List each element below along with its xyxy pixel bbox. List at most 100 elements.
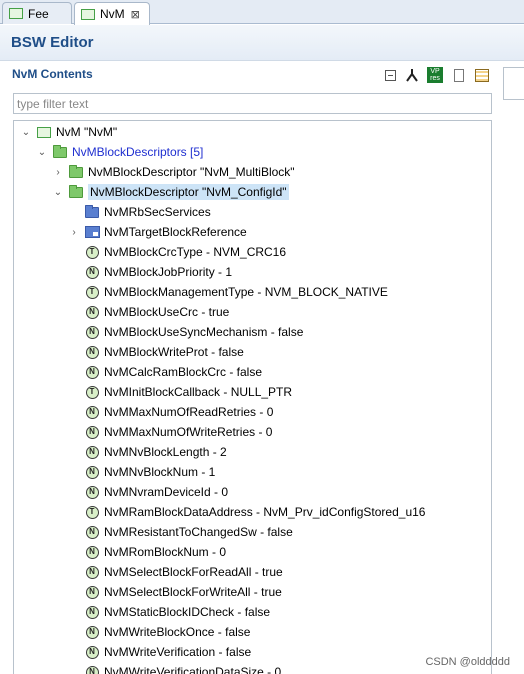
tree-item-label: NvMMaxNumOfWriteRetries - 0 bbox=[104, 425, 273, 439]
tree-item-root[interactable]: ⌄ NvM "NvM" bbox=[20, 122, 117, 142]
tree-item-label: NvMBlockUseCrc - true bbox=[104, 305, 230, 319]
tree-item-param[interactable]: N NvMNvramDeviceId - 0 bbox=[68, 482, 228, 502]
tab-nvm-label: NvM bbox=[100, 7, 125, 21]
tree-item-param[interactable]: N NvMMaxNumOfReadRetries - 0 bbox=[68, 402, 273, 422]
numeric-param-icon: N bbox=[84, 305, 100, 319]
numeric-param-icon: N bbox=[84, 565, 100, 579]
tree-item-param[interactable]: N NvMBlockUseSyncMechanism - false bbox=[68, 322, 303, 342]
tree-item-label: NvMBlockJobPriority - 1 bbox=[104, 265, 233, 279]
tree-item-label: NvMTargetBlockReference bbox=[104, 225, 247, 239]
tree-item-label: NvMSelectBlockForReadAll - true bbox=[104, 565, 283, 579]
numeric-param-icon: N bbox=[84, 345, 100, 359]
tree-item-param[interactable]: N NvMMaxNumOfWriteRetries - 0 bbox=[68, 422, 272, 442]
vp-res-icon[interactable]: VP res bbox=[427, 67, 443, 83]
tab-fee[interactable]: Fee bbox=[2, 2, 72, 24]
vp-res-text: VP res bbox=[430, 68, 440, 82]
tree-item-configid[interactable]: ⌄ NvMBlockDescriptor "NvM_ConfigId" bbox=[52, 182, 289, 202]
numeric-param-icon: N bbox=[84, 585, 100, 599]
tree-item-label: NvMBlockWriteProt - false bbox=[104, 345, 244, 359]
tree-item-label: NvMResistantToChangedSw - false bbox=[104, 525, 293, 539]
tree-item-label: NvMWriteVerification - false bbox=[104, 645, 252, 659]
tree-item-label: NvMBlockCrcType - NVM_CRC16 bbox=[104, 245, 287, 259]
tree-item-label: NvMSelectBlockForWriteAll - true bbox=[104, 585, 282, 599]
tree-item-param[interactable]: NvMRbSecServices bbox=[68, 202, 211, 222]
page-title: BSW Editor bbox=[11, 34, 94, 51]
reference-icon bbox=[84, 225, 100, 239]
tree-item-label: NvMNvBlockNum - 1 bbox=[104, 465, 216, 479]
chevron-down-icon[interactable]: ⌄ bbox=[52, 186, 64, 198]
tree-item-param[interactable]: N NvMSelectBlockForReadAll - true bbox=[68, 562, 283, 582]
tree-item-param[interactable]: T NvMRamBlockDataAddress - NvM_Prv_idConf… bbox=[68, 502, 425, 522]
close-icon[interactable]: ⊠ bbox=[131, 8, 140, 21]
text-param-icon: T bbox=[84, 505, 100, 519]
tab-nvm[interactable]: NvM ⊠ bbox=[74, 2, 150, 25]
tree-item-label: NvM "NvM" bbox=[56, 125, 118, 139]
layout-icon[interactable] bbox=[474, 67, 490, 83]
editor-header: BSW Editor bbox=[0, 25, 524, 61]
chevron-right-icon[interactable]: › bbox=[52, 166, 64, 178]
hierarchy-icon[interactable] bbox=[404, 67, 420, 83]
numeric-param-icon: N bbox=[84, 645, 100, 659]
nvm-contents-tree[interactable]: ⌄ NvM "NvM" ⌄ NvMBlockDescriptors [5] › … bbox=[13, 120, 492, 674]
tree-item-param[interactable]: N NvMWriteBlockOnce - false bbox=[68, 622, 250, 642]
tree-item-label: NvMBlockDescriptors [5] bbox=[72, 145, 204, 159]
right-panel-edge bbox=[503, 67, 524, 100]
numeric-param-icon: N bbox=[84, 525, 100, 539]
tree-item-param[interactable]: N NvMStaticBlockIDCheck - false bbox=[68, 602, 270, 622]
tree-item-param[interactable]: N NvMWriteVerification - false bbox=[68, 642, 251, 662]
tree-item-label: NvMRomBlockNum - 0 bbox=[104, 545, 227, 559]
text-param-icon: T bbox=[84, 285, 100, 299]
tree-item-label: NvMBlockUseSyncMechanism - false bbox=[104, 325, 304, 339]
tree-item-param[interactable]: N NvMResistantToChangedSw - false bbox=[68, 522, 293, 542]
tree-item-param[interactable]: N NvMRomBlockNum - 0 bbox=[68, 542, 226, 562]
collapse-all-icon[interactable] bbox=[382, 67, 398, 83]
tree-item-param[interactable]: T NvMBlockCrcType - NVM_CRC16 bbox=[68, 242, 286, 262]
folder-icon bbox=[68, 164, 84, 179]
tree-item-label: NvMBlockDescriptor "NvM_ConfigId" bbox=[88, 184, 289, 200]
tree-item-param[interactable]: N NvMSelectBlockForWriteAll - true bbox=[68, 582, 282, 602]
tree-item-param[interactable]: N NvMNvBlockNum - 1 bbox=[68, 462, 215, 482]
tree-item-label: NvMNvramDeviceId - 0 bbox=[104, 485, 229, 499]
chevron-down-icon[interactable]: ⌄ bbox=[36, 146, 48, 158]
filter-input[interactable]: type filter text bbox=[13, 93, 492, 114]
tree-item-param[interactable]: N NvMBlockJobPriority - 1 bbox=[68, 262, 232, 282]
tree-item-label: NvMWriteBlockOnce - false bbox=[104, 625, 251, 639]
document-icon[interactable] bbox=[451, 67, 467, 83]
tree-item-param[interactable]: N NvMWriteVerificationDataSize - 0 bbox=[68, 662, 281, 674]
module-icon bbox=[36, 125, 52, 139]
tree-item-descriptors[interactable]: ⌄ NvMBlockDescriptors [5] bbox=[36, 142, 203, 162]
chevron-down-icon[interactable]: ⌄ bbox=[20, 126, 32, 138]
tree-item-param[interactable]: N NvMBlockUseCrc - true bbox=[68, 302, 229, 322]
module-icon bbox=[81, 8, 95, 20]
tree-item-label: NvMRamBlockDataAddress - NvM_Prv_idConfi… bbox=[104, 505, 426, 519]
tree-item-param[interactable]: T NvMBlockManagementType - NVM_BLOCK_NATI… bbox=[68, 282, 388, 302]
tree-item-label: NvMMaxNumOfReadRetries - 0 bbox=[104, 405, 274, 419]
tree-item-param[interactable]: T NvMInitBlockCallback - NULL_PTR bbox=[68, 382, 292, 402]
tree-item-param[interactable]: N NvMCalcRamBlockCrc - false bbox=[68, 362, 262, 382]
tree-item-param[interactable]: › NvMTargetBlockReference bbox=[68, 222, 247, 242]
tree-item-param[interactable]: N NvMNvBlockLength - 2 bbox=[68, 442, 227, 462]
text-param-icon: T bbox=[84, 385, 100, 399]
numeric-param-icon: N bbox=[84, 425, 100, 439]
tree-item-label: NvMCalcRamBlockCrc - false bbox=[104, 365, 263, 379]
tree-item-label: NvMStaticBlockIDCheck - false bbox=[104, 605, 271, 619]
tree-item-multiblock[interactable]: › NvMBlockDescriptor "NvM_MultiBlock" bbox=[52, 162, 295, 182]
chevron-right-icon[interactable]: › bbox=[68, 226, 80, 238]
tree-item-param[interactable]: N NvMBlockWriteProt - false bbox=[68, 342, 244, 362]
folder-blue-icon bbox=[84, 204, 100, 219]
section-title: NvM Contents bbox=[12, 67, 93, 81]
